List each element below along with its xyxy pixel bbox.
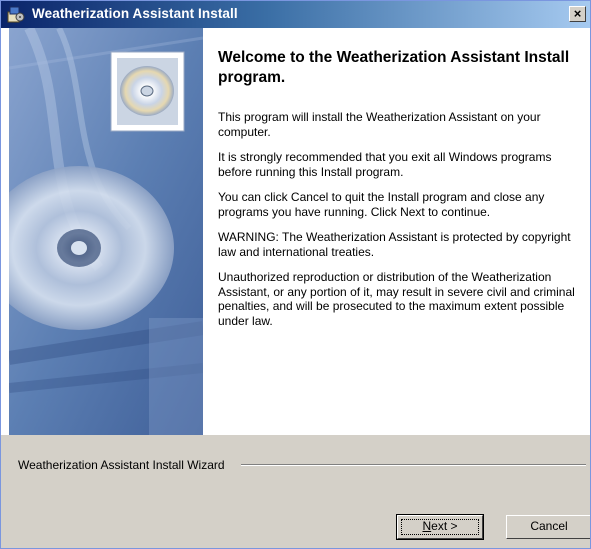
focus-rectangle: [401, 519, 479, 535]
window-title: Weatherization Assistant Install: [32, 6, 238, 21]
welcome-panel: Welcome to the Weatherization Assistant …: [1, 28, 590, 435]
cancel-button[interactable]: Cancel: [506, 515, 590, 539]
intro-paragraph: This program will install the Weatheriza…: [218, 110, 541, 139]
close-button[interactable]: ×: [569, 6, 586, 22]
close-icon: ×: [573, 6, 582, 21]
cd-disc-icon: [120, 66, 174, 116]
copyright-warning-paragraph: WARNING: The Weatherization Assistant is…: [218, 230, 571, 259]
installer-window: Weatherization Assistant Install × Welco…: [0, 0, 591, 549]
exit-programs-paragraph: It is strongly recommended that you exit…: [218, 150, 552, 179]
button-bar: Weatherization Assistant Install Wizard …: [1, 435, 590, 548]
welcome-text: Welcome to the Weatherization Assistant …: [218, 48, 588, 339]
next-button[interactable]: Next >: [396, 514, 484, 540]
title-bar[interactable]: Weatherization Assistant Install ×: [1, 1, 590, 28]
installer-app-icon: [7, 6, 25, 23]
page-title: Welcome to the Weatherization Assistant …: [218, 49, 570, 86]
legal-paragraph: Unauthorized reproduction or distributio…: [218, 270, 575, 328]
separator-line: [241, 464, 586, 466]
side-banner-image: [9, 28, 203, 435]
wizard-label: Weatherization Assistant Install Wizard: [18, 458, 229, 472]
cancel-next-paragraph: You can click Cancel to quit the Install…: [218, 190, 545, 219]
